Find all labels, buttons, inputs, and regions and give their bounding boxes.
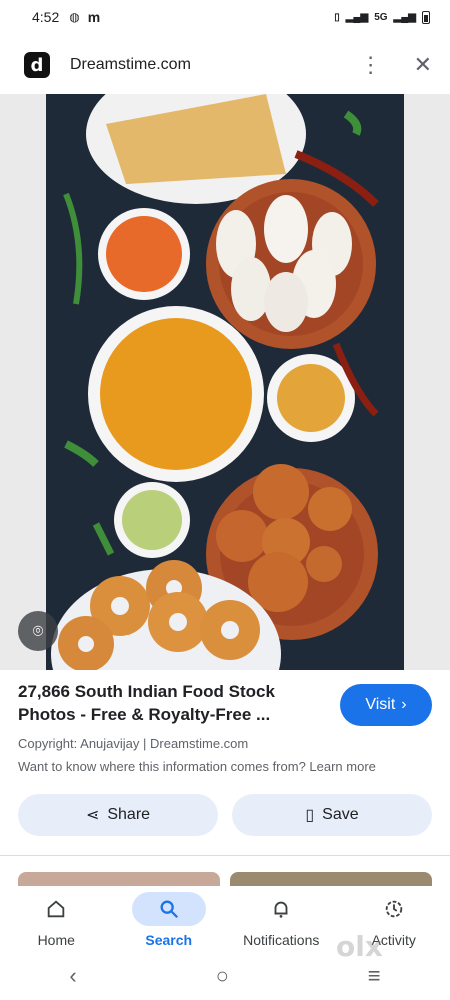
nav-home-label: Home: [37, 932, 75, 948]
nav-home[interactable]: Home: [6, 892, 106, 948]
home-circle-icon[interactable]: ○: [216, 963, 229, 989]
bookmark-icon: ▯: [305, 807, 315, 824]
status-right: ▯ ▂▄▆ 5G ▂▄▆: [334, 10, 430, 24]
network-type: 5G: [374, 11, 388, 23]
nav-search[interactable]: Search: [119, 892, 219, 948]
image-preview-area: ⌾: [0, 94, 450, 670]
source-header: d Dreamstime.com ⋮ ✕: [0, 40, 450, 90]
visit-button[interactable]: Visit ›: [340, 684, 432, 726]
search-icon: [160, 900, 178, 919]
nav-notifications-label: Notifications: [243, 932, 320, 948]
m-icon: m: [87, 9, 101, 25]
nav-search-label: Search: [145, 932, 193, 948]
back-icon[interactable]: ‹: [69, 963, 76, 989]
vibrate-icon: ▯: [334, 11, 340, 23]
status-bar: 4:52 ◍ m ▯ ▂▄▆ 5G ▂▄▆: [0, 0, 450, 34]
signal-icon-2: ▂▄▆: [393, 11, 416, 23]
share-icon: ⋖: [85, 807, 100, 824]
history-icon: [385, 900, 402, 918]
share-button[interactable]: ⋖ Share: [18, 794, 218, 836]
lens-search-button[interactable]: ⌾: [18, 611, 58, 651]
home-icon: [48, 900, 65, 918]
site-logo[interactable]: d: [24, 52, 50, 78]
close-icon[interactable]: ✕: [414, 52, 432, 78]
chevron-right-icon: ›: [401, 696, 407, 713]
status-time: 4:52: [32, 9, 60, 25]
info-source-link[interactable]: Want to know where this information come…: [18, 759, 432, 774]
action-row: ⋖ Share ▯ Save: [18, 794, 432, 836]
divider: [0, 855, 450, 856]
copyright-text: Copyright: Anujavijay | Dreamstime.com: [18, 736, 249, 751]
more-options-icon[interactable]: ⋮: [360, 54, 382, 76]
food-illustration: [46, 94, 404, 670]
nav-notifications[interactable]: Notifications: [231, 892, 331, 948]
save-button[interactable]: ▯ Save: [232, 794, 432, 836]
sim-icon: ◍: [69, 10, 80, 24]
system-nav: ‹ ○ ≡: [0, 960, 450, 992]
recents-icon[interactable]: ≡: [368, 963, 381, 989]
status-left-icons: ◍ m: [69, 9, 100, 25]
visit-label: Visit: [365, 696, 396, 713]
food-image[interactable]: [46, 94, 404, 670]
battery-icon: [422, 10, 430, 24]
result-title[interactable]: 27,866 South Indian Food Stock Photos - …: [18, 680, 318, 726]
result-info: 27,866 South Indian Food Stock Photos - …: [0, 680, 450, 774]
site-name[interactable]: Dreamstime.com: [70, 56, 191, 74]
lens-icon: ⌾: [32, 620, 44, 641]
bell-icon: [274, 901, 288, 918]
share-label: Share: [107, 806, 151, 823]
save-label: Save: [322, 806, 359, 823]
signal-icon: ▂▄▆: [345, 11, 369, 23]
